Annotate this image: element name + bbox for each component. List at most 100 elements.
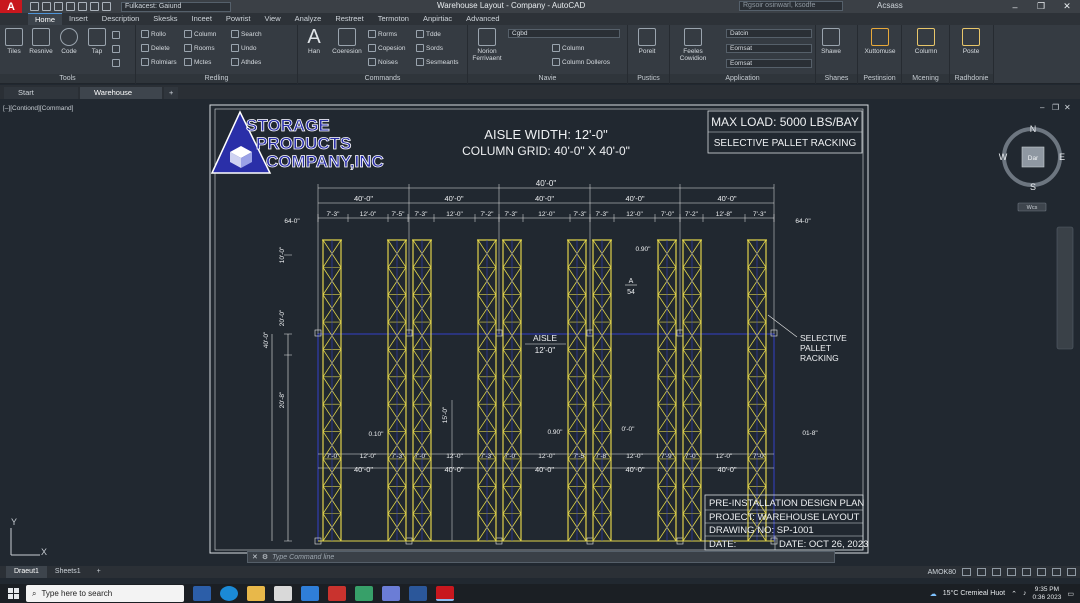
tab-powrist[interactable]: Powrist <box>219 13 258 25</box>
rorms-button[interactable]: Rorms <box>368 30 397 38</box>
athdes-button[interactable]: Athdes <box>231 58 261 66</box>
shawe-button[interactable]: Shawe <box>818 28 844 55</box>
autocad-logo-icon[interactable]: A <box>0 0 22 13</box>
osnap-toggle-icon[interactable] <box>1022 568 1031 576</box>
user-account[interactable]: Acsass <box>877 1 903 10</box>
han-button[interactable]: A Han <box>301 27 327 55</box>
tab-sketches[interactable]: Skesks <box>146 13 184 25</box>
tab-description[interactable]: Description <box>95 13 147 25</box>
app-gear-icon[interactable] <box>382 586 400 601</box>
tap-button[interactable]: Tap <box>84 28 110 55</box>
mail-icon[interactable] <box>301 586 319 601</box>
sesmeants-button[interactable]: Sesmeants <box>416 58 459 66</box>
weather-text[interactable]: 15°C Cremieal Huot <box>943 590 1005 597</box>
redo-icon[interactable] <box>102 2 111 11</box>
layout-tab-sheets1[interactable]: Sheets1 <box>47 566 89 578</box>
autocad-taskbar-icon[interactable] <box>436 586 454 601</box>
viewcube-south[interactable]: S <box>1030 182 1036 192</box>
xuttomuse-button[interactable]: Xuttomuse <box>864 28 896 55</box>
hatch-tool[interactable] <box>112 59 120 67</box>
search-button[interactable]: Search <box>231 30 262 38</box>
help-search-input[interactable]: Rgsoir osinwarl, ksodfe <box>739 1 843 11</box>
undo-icon[interactable] <box>90 2 99 11</box>
customize-icon[interactable] <box>1067 568 1076 576</box>
coeresion-button[interactable]: Coeresion <box>330 28 364 55</box>
save-as-icon[interactable] <box>66 2 75 11</box>
column-dolleros-tool[interactable]: Column Dolleros <box>552 58 610 66</box>
snap-toggle-icon[interactable] <box>977 568 986 576</box>
poste-button[interactable]: Poste <box>958 28 984 55</box>
viewcube-west[interactable]: W <box>999 152 1008 162</box>
doc-tab-start[interactable]: Start <box>4 87 78 99</box>
tab-restreet[interactable]: Restreet <box>328 13 370 25</box>
panel-title-pustics[interactable]: Pustics <box>628 74 669 83</box>
layer-combo[interactable]: Cgbd <box>508 29 620 38</box>
drawing-canvas[interactable]: [–][Contiond][Command] – ❐ ✕ STORAGE PRO… <box>0 100 1080 566</box>
new-icon[interactable] <box>30 2 39 11</box>
app-shield-icon[interactable] <box>328 586 346 601</box>
wcs-label[interactable]: Wcs <box>1027 205 1038 211</box>
panel-title-shanes[interactable]: Shanes <box>816 74 857 83</box>
rollo-button[interactable]: Rollo <box>141 30 166 38</box>
model-space-toggle[interactable]: AMOK80 <box>928 569 956 576</box>
feeles-cowidion-button[interactable]: Feeles Cowidion <box>676 28 710 62</box>
resnive-button[interactable]: Resnive <box>28 28 54 55</box>
cmd-settings-icon[interactable]: ⚙ <box>262 553 268 561</box>
panel-title-redling[interactable]: Redling <box>136 74 297 83</box>
clock[interactable]: 9:35 PM 0:36 2023 <box>1032 586 1061 602</box>
grid-toggle-icon[interactable] <box>962 568 971 576</box>
panel-title-mcening[interactable]: Mcening <box>902 74 949 83</box>
layout-tab-draeut1[interactable]: Draeut1 <box>6 566 47 578</box>
tab-anpirtiac[interactable]: Anpirtiac <box>416 13 459 25</box>
workspace-select[interactable]: Fulkacest: Gaiund <box>121 1 231 12</box>
viewcube-top[interactable]: Dar <box>1028 155 1039 162</box>
annotation-scale-icon[interactable] <box>1037 568 1046 576</box>
norion-ferrivaent-button[interactable]: Norion Ferrivaent <box>470 28 504 62</box>
taskbar-search-input[interactable]: ⌕ Type here to search <box>26 585 184 602</box>
print-icon[interactable] <box>78 2 87 11</box>
tab-insert[interactable]: Insert <box>62 13 95 25</box>
panel-title-commands[interactable]: Commands <box>298 74 467 83</box>
tab-view[interactable]: View <box>258 13 288 25</box>
task-view-icon[interactable] <box>193 586 211 601</box>
ortho-toggle-icon[interactable] <box>992 568 1001 576</box>
viewcube[interactable]: Dar N S E W Wcs <box>999 124 1065 212</box>
copesion-button[interactable]: Copesion <box>368 44 405 52</box>
delete-button[interactable]: Delete <box>141 44 170 52</box>
column-button[interactable]: Column <box>184 30 216 38</box>
edge-icon[interactable] <box>220 586 238 601</box>
panel-title-tools[interactable]: Tools <box>0 74 135 83</box>
navigation-bar[interactable] <box>1056 226 1074 350</box>
noises-button[interactable]: Noises <box>368 58 398 66</box>
minimize-button[interactable]: – <box>1002 0 1028 13</box>
close-button[interactable]: ✕ <box>1054 0 1080 13</box>
panel-title-navie[interactable]: Navie <box>468 74 627 83</box>
mctes-button[interactable]: Mctes <box>184 58 211 66</box>
add-layout-button[interactable]: + <box>89 566 109 578</box>
panel-title-pestinsion[interactable]: Pestinsion <box>858 74 901 83</box>
tiles-button[interactable]: Tiles <box>1 28 27 55</box>
undo-button[interactable]: Undo <box>231 44 257 52</box>
notepad-icon[interactable] <box>274 586 292 601</box>
doc-tab-warehouse-layout[interactable]: Warehouse layout <box>80 87 162 109</box>
windows-start-button[interactable] <box>0 584 26 603</box>
rooms-button[interactable]: Rooms <box>184 44 215 52</box>
command-line[interactable]: ✕ ⚙ Type Command line <box>247 551 835 563</box>
command-input[interactable]: Type Command line <box>272 554 334 561</box>
tab-termoton[interactable]: Termoton <box>371 13 416 25</box>
vscode-icon[interactable] <box>355 586 373 601</box>
weather-icon[interactable]: ☁ <box>930 590 937 598</box>
linetype-combo[interactable]: Eomsat <box>726 44 812 53</box>
code-button[interactable]: Code <box>56 28 82 55</box>
viewcube-north[interactable]: N <box>1030 124 1037 134</box>
network-icon[interactable]: ⌃ <box>1011 590 1017 598</box>
lineweight-combo[interactable]: Eomsat <box>726 59 812 68</box>
sords-button[interactable]: Sords <box>416 44 443 52</box>
rectangle-tool[interactable] <box>112 31 120 39</box>
polar-toggle-icon[interactable] <box>1007 568 1016 576</box>
column-paste-button[interactable]: Column <box>910 28 942 55</box>
tab-analyze[interactable]: Analyze <box>288 13 329 25</box>
close-cmd-icon[interactable]: ✕ <box>252 553 258 561</box>
open-icon[interactable] <box>42 2 51 11</box>
word-icon[interactable] <box>409 586 427 601</box>
